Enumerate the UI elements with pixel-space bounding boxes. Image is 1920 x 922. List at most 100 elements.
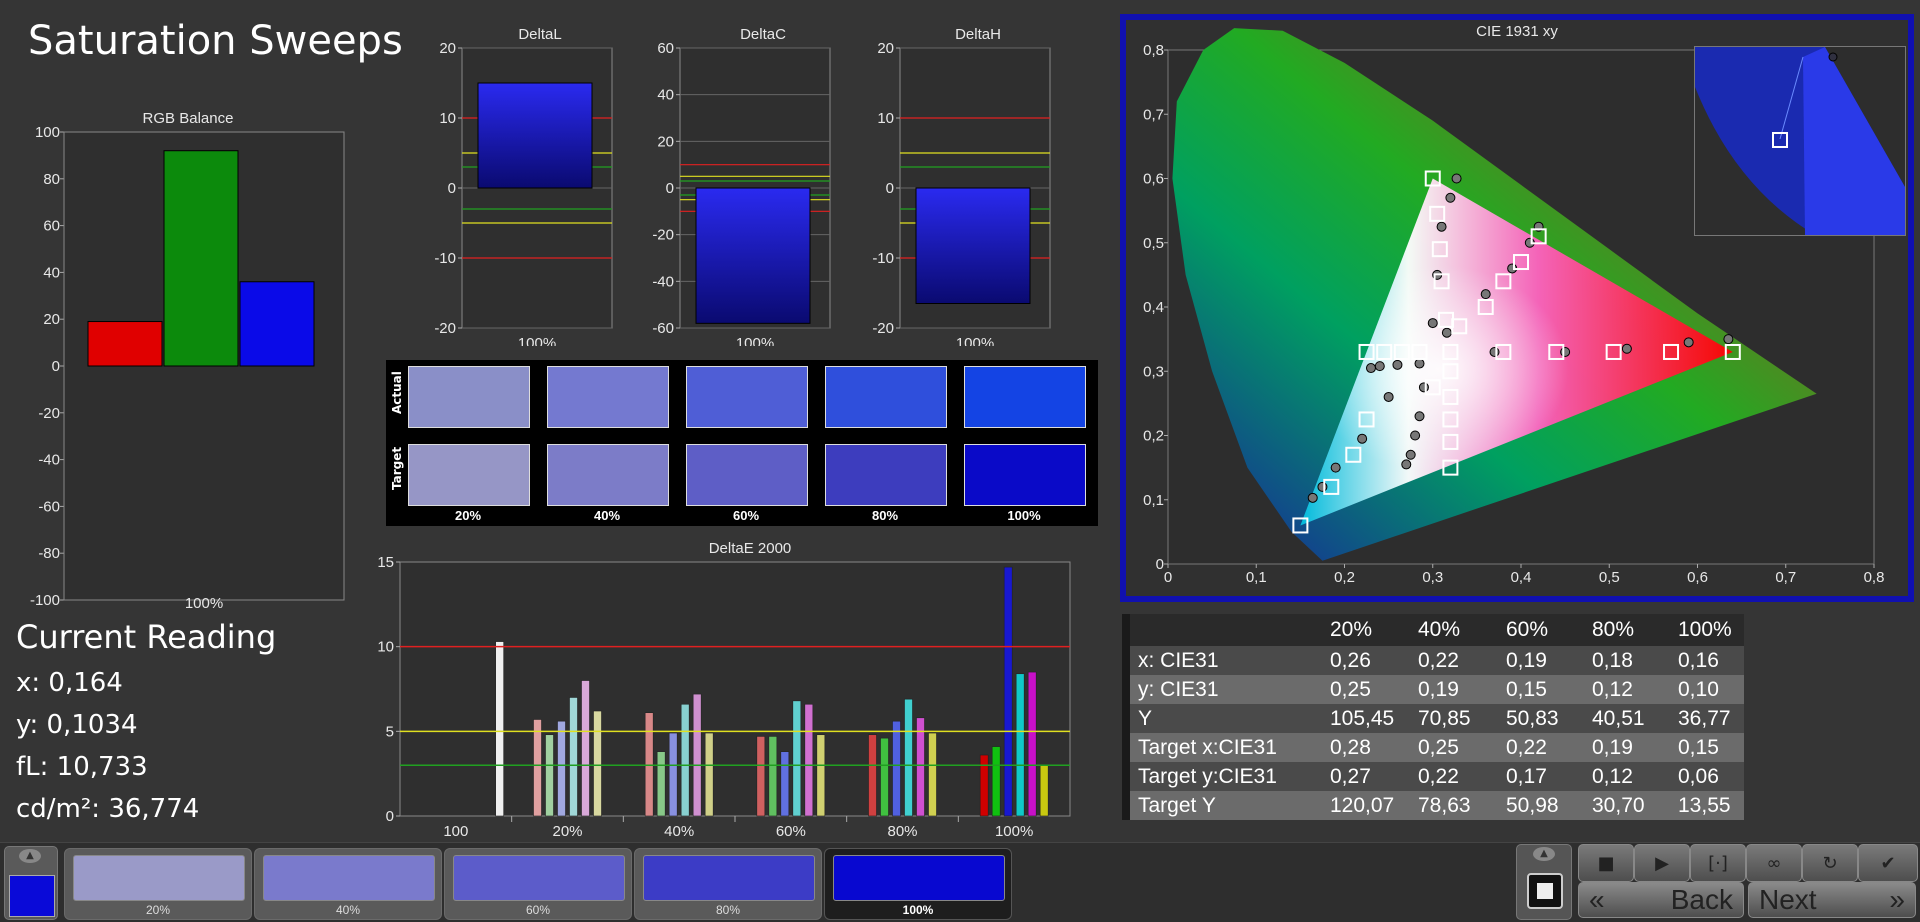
sweep-step-thumbnail[interactable]: 100% bbox=[824, 848, 1012, 920]
delta-e-bar bbox=[1027, 671, 1037, 817]
delta-e-bar bbox=[804, 703, 814, 817]
sweep-step-swatch bbox=[453, 855, 625, 901]
rgb-ytick-label: 40 bbox=[43, 264, 60, 281]
actual-swatch bbox=[825, 366, 947, 428]
target-label: Target bbox=[390, 446, 404, 490]
target-swatch bbox=[964, 444, 1086, 506]
delta-e-ytick-label: 0 bbox=[386, 808, 394, 825]
refresh-button[interactable]: ↻ bbox=[1802, 844, 1858, 882]
check-icon: ✔ bbox=[1880, 852, 1896, 874]
back-button[interactable]: « Back bbox=[1578, 882, 1744, 918]
delta-e-ytick-label: 5 bbox=[386, 723, 394, 740]
column-header: 40% bbox=[1410, 614, 1498, 646]
reading-cdm2: cd/m²: 36,774 bbox=[16, 794, 200, 824]
delta-l-xlabel: 100% bbox=[518, 335, 556, 346]
rgb-ytick-label: -80 bbox=[38, 545, 60, 562]
delta-c-ytick-label: -20 bbox=[652, 227, 674, 244]
table-row: Target Y 120,07 78,63 50,98 30,70 13,55 bbox=[1122, 791, 1744, 820]
sweep-step-thumbnail[interactable]: 60% bbox=[444, 848, 632, 920]
cie-measured-point bbox=[1414, 411, 1425, 422]
sweep-step-thumbnail[interactable]: 40% bbox=[254, 848, 442, 920]
sweep-step-swatch bbox=[263, 855, 435, 901]
sweep-step-thumbnail[interactable]: 80% bbox=[634, 848, 822, 920]
current-color-tile[interactable]: ▲ bbox=[4, 846, 58, 920]
confirm-button[interactable]: ✔ bbox=[1858, 844, 1918, 882]
delta-l-ytick-label: 10 bbox=[439, 110, 456, 127]
delta-e-bar bbox=[768, 736, 778, 817]
delta-h-bar bbox=[915, 187, 1031, 304]
actual-swatch bbox=[686, 366, 808, 428]
cie-measured-point bbox=[1723, 334, 1734, 345]
actual-swatch bbox=[547, 366, 669, 428]
cie-diagram-frame: CIE 1931 xy 0 0,1 0,2 0,3 0,4 0,5 0,6 0,… bbox=[1120, 14, 1914, 602]
up-arrow-icon[interactable]: ▲ bbox=[1533, 847, 1555, 861]
delta-e-bar bbox=[704, 732, 714, 817]
cie-measured-point bbox=[1414, 358, 1425, 369]
target-swatch bbox=[825, 444, 947, 506]
cie-ytick-label: 0,5 bbox=[1143, 235, 1164, 252]
cie-measured-point bbox=[1560, 346, 1571, 357]
swatch-label: 100% bbox=[1007, 508, 1041, 523]
cie-ytick-label: 0,2 bbox=[1143, 428, 1164, 445]
actual-label: Actual bbox=[390, 371, 404, 414]
delta-c-ytick-label: 40 bbox=[657, 87, 674, 104]
stop-button[interactable] bbox=[1527, 873, 1563, 909]
delta-h-ytick-label: 20 bbox=[877, 40, 894, 57]
table-cell: 0,19 bbox=[1498, 646, 1584, 675]
delta-e-bar bbox=[892, 720, 901, 817]
table-cell: 0,15 bbox=[1670, 733, 1744, 762]
reading-fl: fL: 10,733 bbox=[16, 752, 148, 782]
rgb-ytick-label: 0 bbox=[52, 358, 60, 375]
sweep-step-label: 20% bbox=[145, 903, 171, 917]
current-reading-heading: Current Reading bbox=[16, 618, 277, 656]
cie-xtick-label: 0,5 bbox=[1599, 569, 1620, 586]
delta-e-xtick-label: 60% bbox=[776, 823, 806, 838]
table-cell: 0,12 bbox=[1584, 675, 1670, 704]
cie-measured-point bbox=[1418, 382, 1429, 393]
next-button[interactable]: Next » bbox=[1748, 882, 1916, 918]
rgb-balance-svg: 100 80 60 40 20 0 -20 -40 -60 -80 -100 100% bbox=[30, 124, 345, 612]
cie-ytick-label: 0 bbox=[1156, 556, 1164, 573]
cie-measured-point bbox=[1445, 192, 1456, 203]
delta-e-bar bbox=[756, 736, 766, 817]
table-cell: 120,07 bbox=[1322, 791, 1410, 820]
loop-button[interactable]: ∞ bbox=[1746, 844, 1802, 882]
table-cell: 30,70 bbox=[1584, 791, 1670, 820]
rgb-ytick-label: 100 bbox=[35, 124, 60, 141]
table-cell: 0,19 bbox=[1410, 675, 1498, 704]
reading-y: y: 0,1034 bbox=[16, 710, 138, 740]
delta-e-bar bbox=[581, 680, 590, 817]
table-cell: 40,51 bbox=[1584, 704, 1670, 733]
table-cell: 0,26 bbox=[1322, 646, 1410, 675]
cie-xtick-label: 0,2 bbox=[1334, 569, 1355, 586]
cie-measured-point bbox=[1441, 327, 1452, 338]
frame-button[interactable]: [·] bbox=[1690, 844, 1746, 882]
up-arrow-icon[interactable]: ▲ bbox=[19, 849, 41, 863]
actual-swatch bbox=[964, 366, 1086, 428]
cie-ytick-label: 0,6 bbox=[1143, 171, 1164, 188]
cie-xtick-label: 0,1 bbox=[1246, 569, 1267, 586]
cie-measured-point bbox=[1330, 462, 1341, 473]
cie-data-table: 20% 40% 60% 80% 100% x: CIE31 0,26 0,22 0,1… bbox=[1122, 614, 1744, 820]
cie-measured-point bbox=[1621, 343, 1632, 354]
cie-xtick-label: 0,4 bbox=[1511, 569, 1532, 586]
sweep-step-thumbnail[interactable]: 20% bbox=[64, 848, 252, 920]
delta-e-xtick-label: 100 bbox=[443, 823, 468, 838]
back-label: Back bbox=[1670, 884, 1733, 915]
rgb-bar-g bbox=[163, 150, 239, 367]
table-cell: 105,45 bbox=[1322, 704, 1410, 733]
delta-e-bar bbox=[680, 703, 690, 817]
rgb-ytick-label: 60 bbox=[43, 218, 60, 235]
delta-e-bar bbox=[904, 698, 913, 817]
cie-xtick-label: 0,8 bbox=[1864, 569, 1885, 586]
delta-e-bar bbox=[545, 734, 554, 817]
delta-e-bar bbox=[816, 734, 826, 817]
delta-e-bar bbox=[991, 746, 1001, 817]
cie-ytick-label: 0,3 bbox=[1143, 363, 1164, 380]
cie-ytick-label: 0,4 bbox=[1143, 299, 1164, 316]
swatch-label: 20% bbox=[454, 508, 482, 523]
delta-c-xlabel: 100% bbox=[736, 335, 774, 346]
play-button[interactable]: ▶ bbox=[1634, 844, 1690, 882]
cie-xtick-label: 0 bbox=[1164, 569, 1172, 586]
stop-square-button[interactable]: ■ bbox=[1578, 844, 1634, 882]
